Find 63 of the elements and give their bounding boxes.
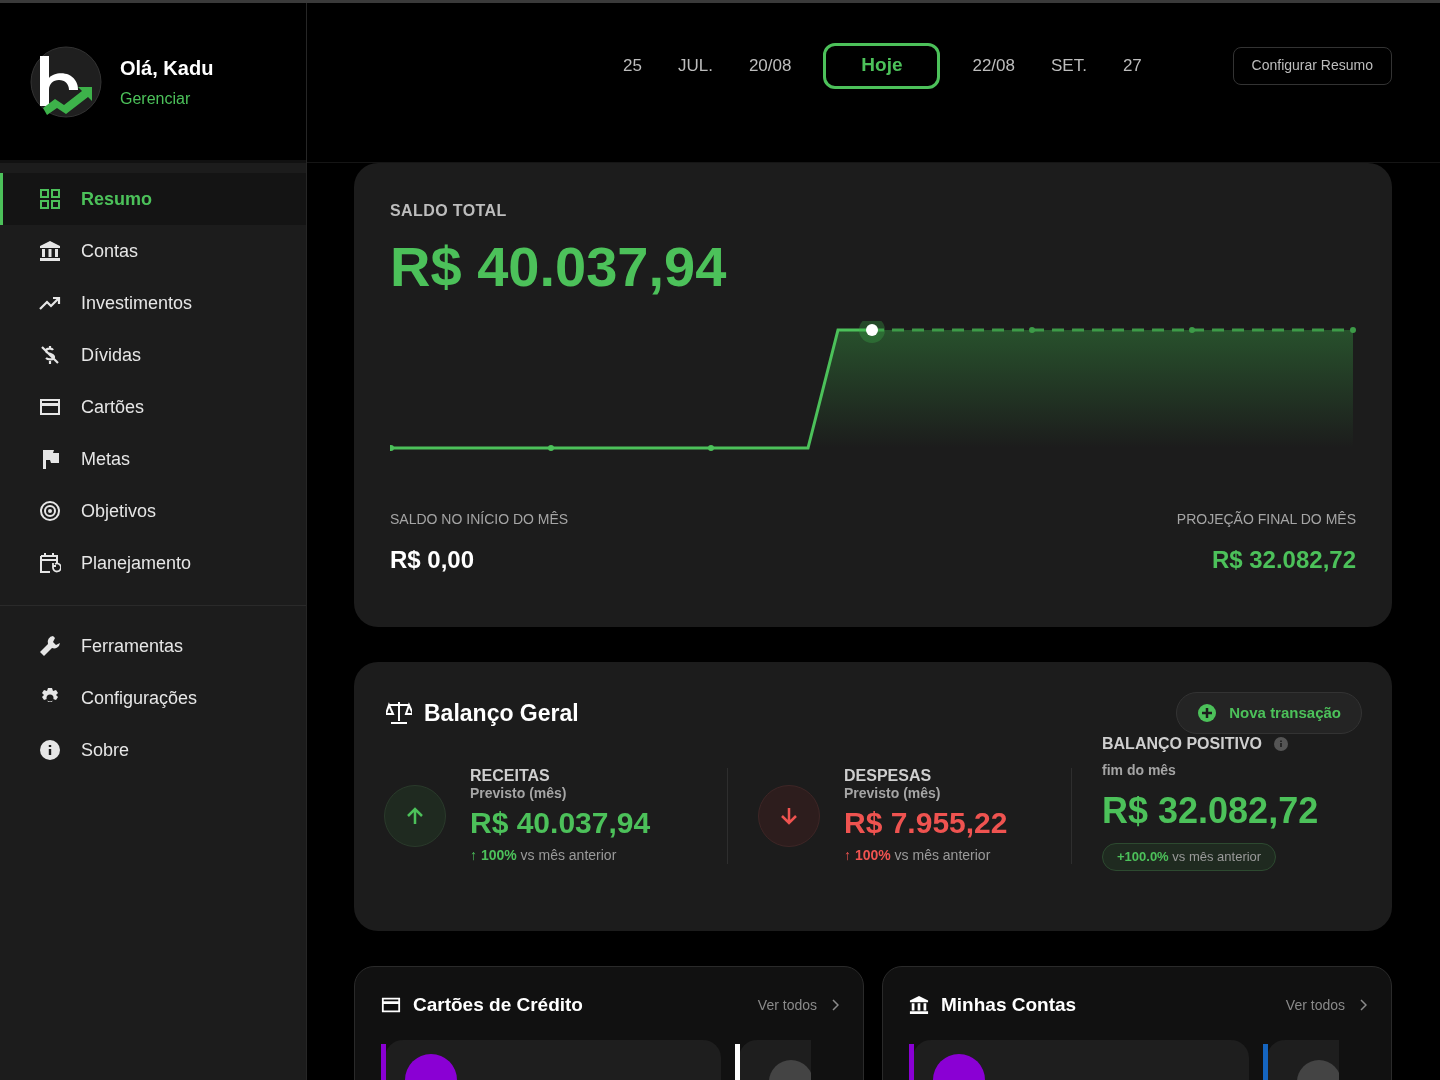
change-badge: +100.0% vs mês anterior bbox=[1102, 843, 1277, 871]
column-value: R$ 40.037,94 bbox=[470, 804, 651, 841]
column-subtitle: Previsto (mês) bbox=[470, 784, 568, 801]
sidebar-item[interactable]: Metas bbox=[0, 433, 306, 485]
date-tab[interactable]: 22/08 bbox=[956, 42, 1031, 89]
chevron-right-icon bbox=[1359, 999, 1367, 1012]
sidebar-item[interactable]: Objetivos bbox=[0, 485, 306, 537]
account-card[interactable] bbox=[1263, 1039, 1339, 1080]
info-icon bbox=[1274, 737, 1288, 751]
sidebar-item[interactable]: Contas bbox=[0, 225, 306, 277]
column-title: RECEITAS bbox=[470, 766, 551, 785]
plus-icon bbox=[1197, 703, 1218, 723]
account-card[interactable] bbox=[909, 1039, 1249, 1080]
scale-icon bbox=[386, 701, 412, 725]
panel-title: Cartões de Crédito bbox=[413, 993, 583, 1017]
start-balance-label: SALDO NO INÍCIO DO MÊS bbox=[390, 510, 569, 529]
sidebar-item[interactable]: Sobre bbox=[0, 724, 306, 776]
bank-icon bbox=[909, 995, 929, 1016]
grid-icon bbox=[39, 188, 61, 210]
change-text: ↑ 100% vs mês anterior bbox=[470, 845, 618, 865]
projection-value: R$ 32.082,72 bbox=[1211, 545, 1356, 575]
user-greeting: Olá, Kadu bbox=[120, 55, 214, 81]
overview-title: Balanço Geral bbox=[424, 698, 579, 728]
sidebar-item[interactable]: Resumo bbox=[0, 173, 306, 225]
credit-card[interactable] bbox=[735, 1039, 811, 1080]
info-icon bbox=[39, 739, 61, 761]
calendar-icon bbox=[39, 552, 61, 574]
sidebar-item[interactable]: Dívidas bbox=[0, 329, 306, 381]
date-tab[interactable]: 27 bbox=[1106, 42, 1158, 89]
sidebar-item[interactable]: Investimentos bbox=[0, 277, 306, 329]
date-tab[interactable]: SET. bbox=[1035, 42, 1103, 89]
logo-icon bbox=[30, 45, 102, 118]
sidebar-item[interactable]: Cartões bbox=[0, 381, 306, 433]
balance-title: SALDO TOTAL bbox=[390, 201, 508, 221]
new-transaction-button[interactable]: Nova transação bbox=[1176, 692, 1362, 734]
date-tab[interactable]: 25 bbox=[607, 42, 658, 89]
column-value: R$ 7.955,22 bbox=[844, 804, 1008, 841]
card-icon bbox=[39, 396, 61, 418]
date-tab[interactable]: JUL. bbox=[661, 42, 729, 89]
sidebar-item[interactable]: Planejamento bbox=[0, 537, 306, 589]
see-all-link[interactable]: Ver todos bbox=[1285, 994, 1367, 1016]
manage-link[interactable]: Gerenciar bbox=[120, 86, 214, 111]
result-title: BALANÇO POSITIVO bbox=[1102, 734, 1262, 754]
start-balance-value: R$ 0,00 bbox=[390, 545, 476, 575]
sidebar-item[interactable]: Ferramentas bbox=[0, 620, 306, 672]
column-subtitle: Previsto (mês) bbox=[844, 784, 942, 801]
date-tab[interactable]: 20/08 bbox=[732, 42, 808, 89]
result-value: R$ 32.082,72 bbox=[1102, 789, 1319, 833]
configure-summary-button[interactable]: Configurar Resumo bbox=[1232, 46, 1392, 85]
target-icon bbox=[39, 500, 61, 522]
chevron-right-icon bbox=[831, 999, 839, 1012]
bank-icon bbox=[39, 240, 61, 262]
see-all-link[interactable]: Ver todos bbox=[757, 994, 839, 1016]
panel-title: Minhas Contas bbox=[941, 993, 1077, 1017]
balance-value: R$ 40.037,94 bbox=[390, 235, 728, 299]
result-subtitle: fim do mês bbox=[1102, 761, 1177, 780]
date-tab[interactable]: Hoje bbox=[823, 42, 941, 89]
wrench-icon bbox=[39, 635, 61, 657]
projection-label: PROJEÇÃO FINAL DO MÊS bbox=[1176, 510, 1356, 529]
column-title: DESPESAS bbox=[844, 766, 933, 785]
change-text: ↑ 100% vs mês anterior bbox=[844, 845, 992, 865]
crossed-dollar-icon bbox=[39, 344, 61, 366]
sidebar-item[interactable]: Configurações bbox=[0, 672, 306, 724]
